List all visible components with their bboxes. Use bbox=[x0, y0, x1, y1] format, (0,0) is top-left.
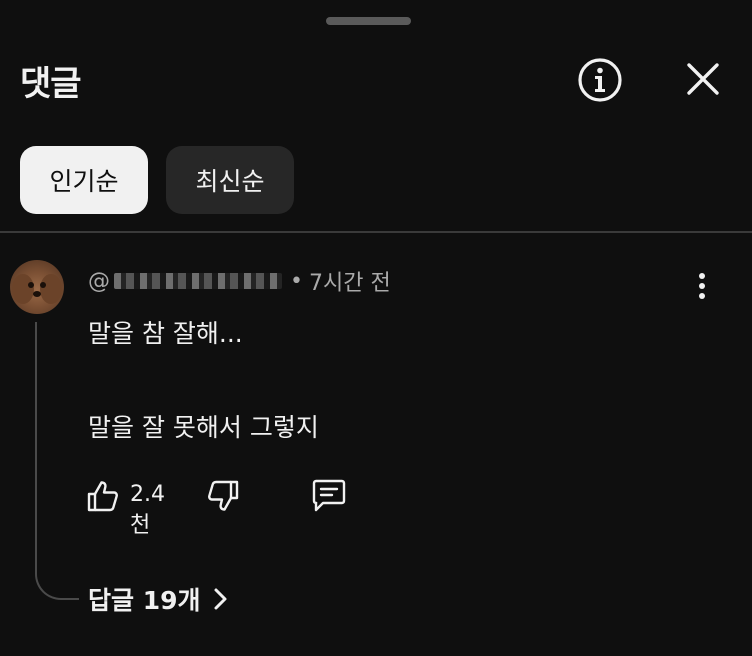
divider bbox=[0, 231, 752, 233]
thread-connector-line bbox=[35, 322, 79, 600]
info-icon bbox=[578, 58, 622, 102]
sort-chip-popular[interactable]: 인기순 bbox=[20, 146, 148, 214]
more-vert-icon bbox=[699, 273, 705, 279]
close-icon bbox=[687, 63, 719, 95]
meta-separator: • bbox=[290, 268, 303, 294]
replies-count-label: 답글 19개 bbox=[88, 586, 201, 615]
comment-icon bbox=[312, 479, 346, 512]
comment-text-line: 말을 잘 못해서 그렇지 bbox=[88, 413, 319, 442]
thumb-up-icon bbox=[87, 481, 118, 512]
author-handle-redacted[interactable] bbox=[114, 273, 282, 289]
info-button[interactable] bbox=[574, 54, 626, 106]
reply-button[interactable] bbox=[310, 476, 350, 516]
close-button[interactable] bbox=[680, 56, 726, 102]
page-title: 댓글 bbox=[20, 64, 82, 104]
like-count: 2.4천 bbox=[130, 482, 165, 538]
dislike-button[interactable] bbox=[206, 476, 242, 516]
more-options-button[interactable] bbox=[684, 266, 720, 306]
sort-chip-latest[interactable]: 최신순 bbox=[166, 146, 294, 214]
author-handle-prefix[interactable]: @ bbox=[88, 269, 110, 294]
comment-meta: @ • 7시간 전 bbox=[88, 266, 391, 297]
comment-timestamp: 7시간 전 bbox=[308, 271, 391, 296]
view-replies-button[interactable]: 답글 19개 bbox=[88, 582, 229, 616]
chevron-right-icon bbox=[213, 587, 229, 611]
drag-handle[interactable] bbox=[326, 17, 411, 25]
comment-text-line: 말을 참 잘해... bbox=[88, 319, 243, 348]
avatar[interactable] bbox=[10, 260, 64, 314]
like-button[interactable] bbox=[86, 476, 122, 516]
thumb-down-icon bbox=[208, 480, 239, 511]
